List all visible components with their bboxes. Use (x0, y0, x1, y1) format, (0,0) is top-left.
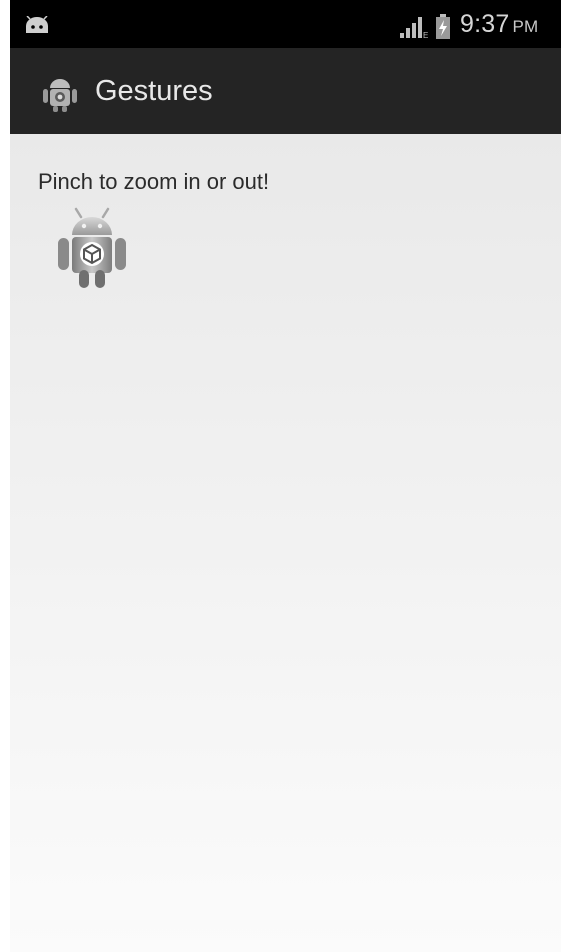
app-icon[interactable] (41, 75, 79, 113)
phone-screen: E 9:37 PM Gestures Pinch to zoom in or ou… (10, 0, 561, 952)
app-title: Gestures (95, 75, 213, 107)
clock-time: 9:37 (460, 10, 510, 38)
status-clock: 9:37 PM (460, 10, 538, 39)
clock-ampm: PM (512, 17, 539, 36)
signal-icon: E (400, 17, 428, 39)
svg-text:E: E (423, 31, 428, 39)
action-bar: Gestures (10, 48, 561, 134)
instruction-text: Pinch to zoom in or out! (38, 169, 270, 194)
status-bar: E 9:37 PM (10, 0, 561, 48)
android-robot-icon[interactable] (55, 207, 129, 291)
battery-charging-icon (436, 14, 450, 39)
content-area[interactable]: Pinch to zoom in or out! (10, 134, 561, 952)
android-notification-icon (26, 16, 48, 33)
